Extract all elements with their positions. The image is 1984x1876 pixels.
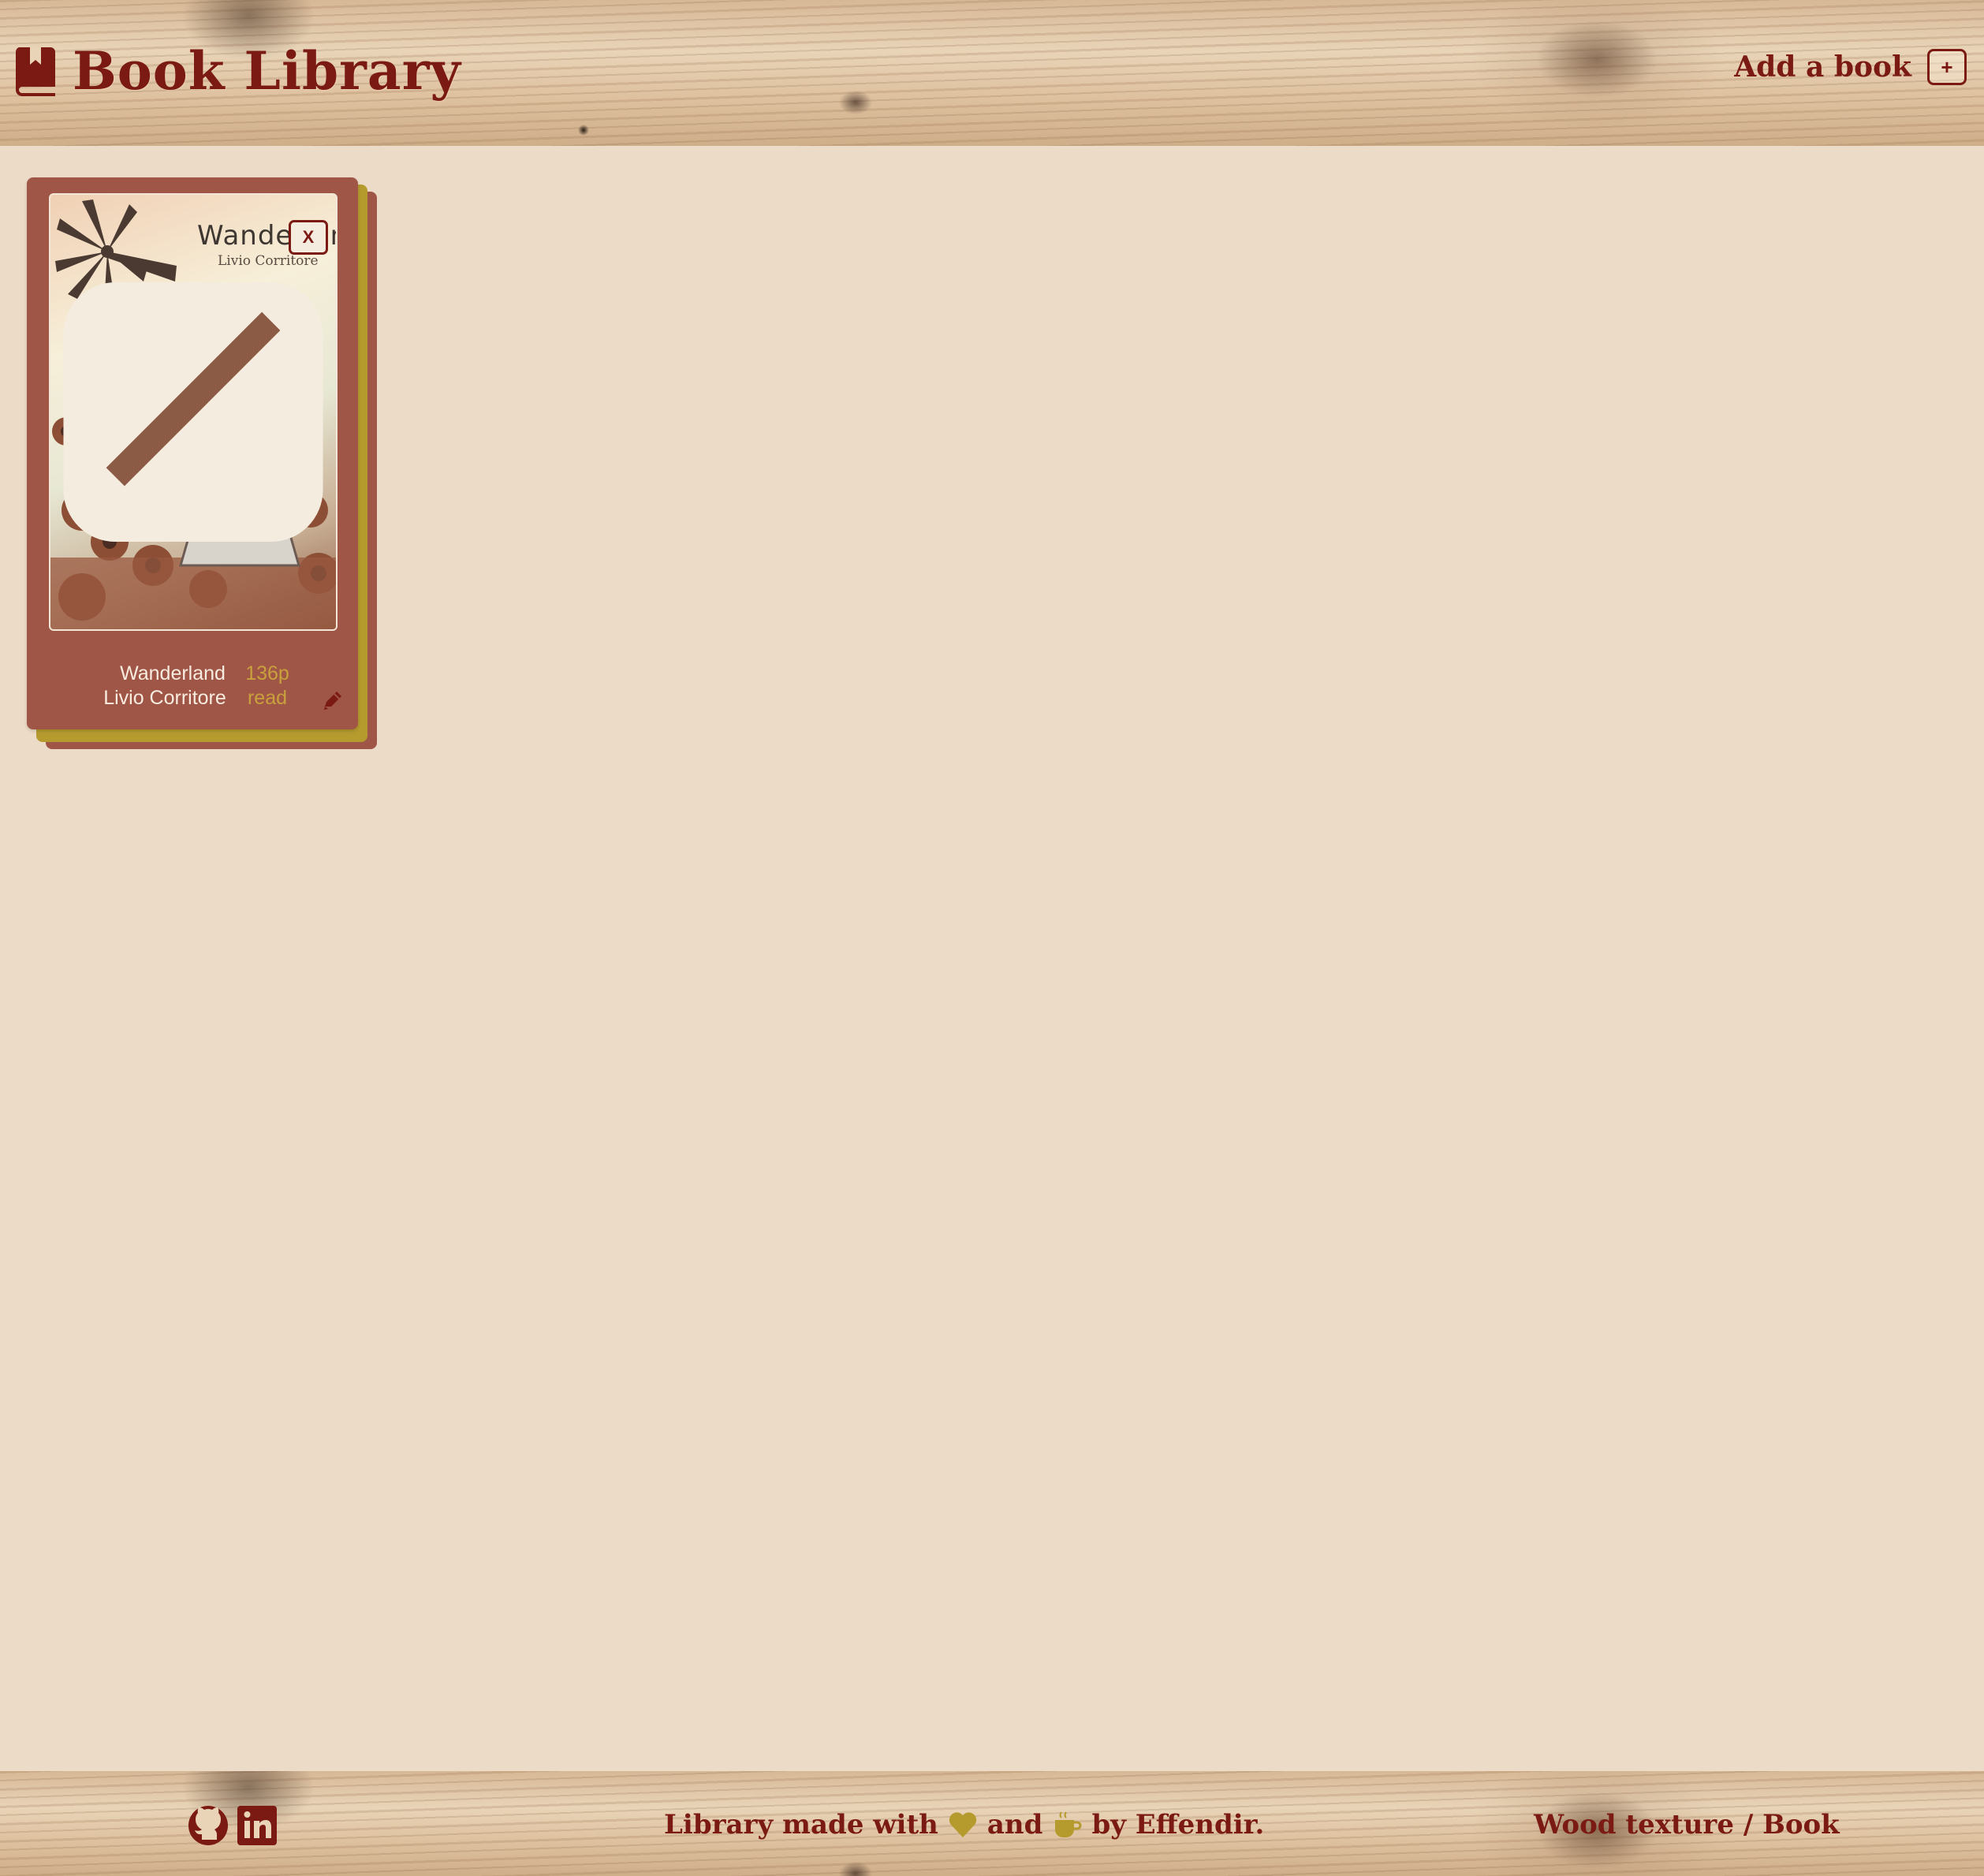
add-book-control[interactable]: Add a book +: [1734, 49, 1967, 85]
book-title: Wanderland: [120, 662, 226, 684]
app-title: Book Library: [73, 40, 461, 102]
credit-separator: /: [1743, 1809, 1754, 1841]
footer-bar: Library made with and by Effendir. Wood …: [0, 1771, 1984, 1876]
brand[interactable]: Book Library: [14, 35, 461, 106]
card-front: Wanderland Livio Corritore X Wanderland …: [27, 177, 358, 729]
coffee-icon: [1055, 1811, 1082, 1837]
footer-author[interactable]: by Effendir.: [1091, 1809, 1264, 1841]
book-cover: Wanderland Livio Corritore X: [49, 193, 338, 631]
footer-made-with: Library made with: [664, 1809, 938, 1841]
header-bar: Book Library Add a book +: [0, 0, 1984, 146]
github-icon[interactable]: [188, 1805, 229, 1846]
credit-book-link[interactable]: Book: [1762, 1809, 1840, 1841]
heart-icon: [949, 1812, 977, 1837]
book-author: Livio Corritore: [103, 687, 226, 709]
linkedin-icon[interactable]: [237, 1805, 278, 1846]
footer-credit-line: Library made with and by Effendir.: [664, 1809, 1264, 1841]
footer-credits: Wood texture / Book: [1534, 1809, 1840, 1841]
add-book-label[interactable]: Add a book: [1734, 50, 1911, 84]
checkbox-icon[interactable]: [50, 195, 336, 629]
footer-and: and: [986, 1809, 1043, 1841]
social-links: [188, 1805, 278, 1846]
pencil-icon[interactable]: [322, 689, 344, 711]
credit-wood-link[interactable]: Wood texture: [1534, 1809, 1734, 1841]
book-pages: 136p: [245, 662, 289, 684]
book-icon: [15, 47, 56, 96]
book-read-status[interactable]: read: [240, 687, 295, 710]
add-book-button[interactable]: +: [1927, 49, 1967, 85]
book-card: Wanderland Livio Corritore X Wanderland …: [27, 177, 377, 749]
